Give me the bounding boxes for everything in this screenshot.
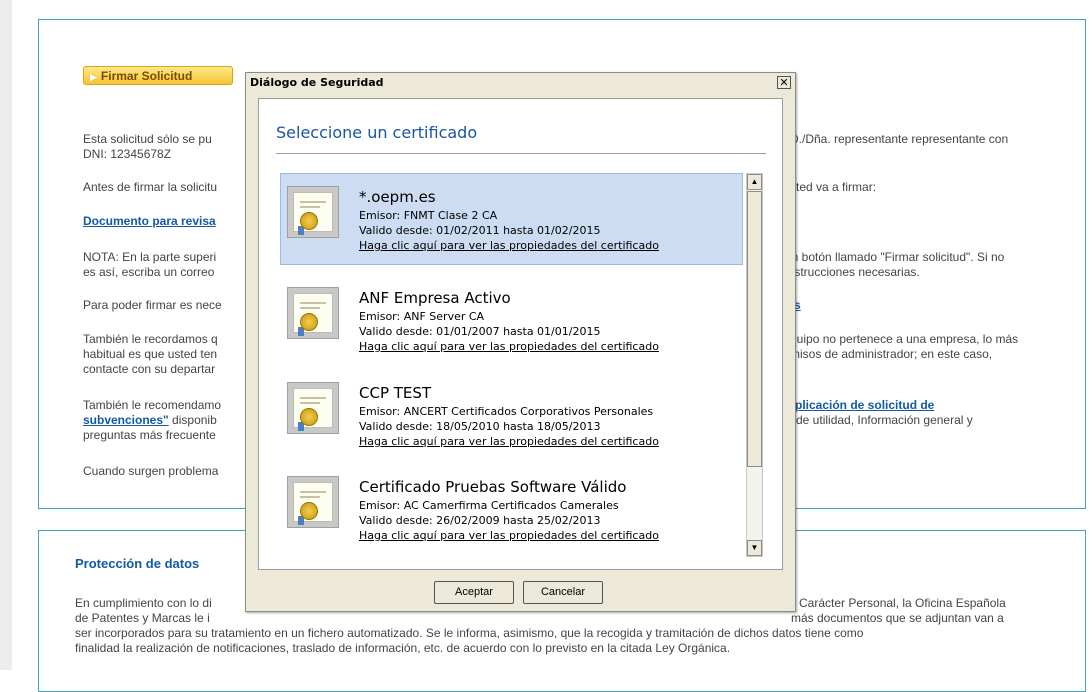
certificate-name: Certificado Pruebas Software Válido [359, 478, 627, 496]
scroll-down-icon[interactable]: ▼ [747, 540, 762, 556]
certificate-line [300, 206, 320, 208]
certificate-line [300, 397, 326, 399]
scroll-thumb[interactable] [747, 191, 762, 467]
certificate-line [300, 491, 326, 493]
certificate-properties-link[interactable]: Haga clic aquí para ver las propiedades … [359, 529, 659, 542]
certificate-name: CCP TEST [359, 384, 432, 402]
scroll-up-icon[interactable]: ▲ [747, 174, 762, 190]
accept-button[interactable]: Aceptar [434, 581, 514, 604]
para-poder-left: Para poder firmar es nece [83, 298, 222, 312]
sign-request-label: Firmar Solicitud [100, 69, 193, 83]
cuando-text: Cuando surgen problema [83, 464, 219, 478]
certificate-line [300, 302, 326, 304]
certificate-issuer: Emisor: ANCERT Certificados Corporativos… [359, 405, 654, 418]
tambien1-l2: habitual es que usted ten [83, 347, 218, 361]
nota-right: un botón llamado "Firmar solicitud". Si … [785, 250, 1005, 264]
para2-right: sted va a firmar: [790, 180, 877, 194]
certificate-seal [300, 212, 318, 230]
subvenciones-link[interactable]: subvenciones" [83, 413, 169, 427]
dialog-titlebar[interactable]: Diálogo de Seguridad ✕ [246, 73, 795, 93]
certificate-issuer: Emisor: ANF Server CA [359, 310, 485, 323]
certificate-icon [287, 287, 339, 339]
certificate-line [300, 496, 320, 498]
data-l1-right: Carácter Personal, la Oficina Española [799, 596, 1006, 610]
data-protection-title: Protección de datos [75, 556, 200, 571]
certificate-list: *.oepm.es Emisor: FNMT Clase 2 CA Valido d… [280, 173, 764, 558]
document-review-link[interactable]: Documento para revisa [83, 214, 216, 228]
certificate-line [300, 201, 326, 203]
certificate-issuer: Emisor: FNMT Clase 2 CA [359, 209, 498, 222]
certificate-line [300, 402, 320, 404]
certificate-seal [300, 408, 318, 426]
security-dialog: Diálogo de Seguridad ✕ Seleccione un cer… [245, 72, 796, 612]
nota-left2: es así, escriba un correo [83, 265, 215, 279]
data-l2-left: de Patentes y Marcas le i [75, 611, 210, 625]
data-l1-left: En cumplimiento con lo di [75, 596, 212, 610]
certificate-seal [300, 502, 318, 520]
certificate-validity: Valido desde: 26/02/2009 hasta 25/02/201… [359, 514, 601, 527]
tambien2-l3: preguntas más frecuente [83, 428, 216, 442]
certificate-validity: Valido desde: 01/01/2007 hasta 01/01/201… [359, 325, 601, 338]
application-link[interactable]: plicación de solicitud de [795, 398, 934, 413]
dialog-content: Seleccione un certificado *.oepm.es Emiso… [258, 98, 783, 570]
tambien2-l1: También le recomendamo [83, 398, 222, 412]
data-row4: finalidad la realización de notificacion… [75, 641, 731, 655]
dialog-title: Diálogo de Seguridad [250, 76, 384, 89]
nota-right2: instrucciones necesarias. [785, 265, 920, 279]
data-row3: ser incorporados para su tratamiento en … [75, 626, 864, 640]
certificate-seal [300, 313, 318, 331]
certificate-properties-link[interactable]: Haga clic aquí para ver las propiedades … [359, 435, 659, 448]
para1-right: D./Dña. representante representante con [790, 132, 1009, 146]
para1-left: Esta solicitud sólo se pu [83, 132, 212, 146]
certificate-validity: Valido desde: 18/05/2010 hasta 18/05/201… [359, 420, 601, 433]
nota-left: NOTA: En la parte superi [83, 250, 217, 264]
certificate-name: ANF Empresa Activo [359, 289, 511, 307]
tambien1-l3: contacte con su departar [83, 362, 216, 376]
certificate-properties-link[interactable]: Haga clic aquí para ver las propiedades … [359, 239, 659, 252]
para2-left: Antes de firmar la solicitu [83, 180, 218, 194]
certificate-item[interactable]: Certificado Pruebas Software Válido Emiso… [280, 463, 743, 555]
close-icon[interactable]: ✕ [777, 76, 791, 89]
sign-request-button[interactable]: ▶ Firmar Solicitud [83, 66, 233, 85]
certificate-icon [287, 186, 339, 238]
certificate-name: *.oepm.es [359, 188, 436, 206]
tambien2-r2: de utilidad, Información general y [796, 413, 973, 427]
data-l2-right: más documentos que se adjuntan van a [791, 611, 1004, 625]
heading-divider [276, 153, 766, 154]
tambien1-l1: También le recordamos q [83, 332, 218, 346]
certificate-icon [287, 382, 339, 434]
certificate-icon [287, 476, 339, 528]
cancel-button[interactable]: Cancelar [523, 581, 603, 604]
tambien2-l2: disponib [168, 413, 217, 427]
certificate-line [300, 307, 320, 309]
tambien1-r1: quipo no pertenece a una empresa, lo más [790, 332, 1019, 346]
certificate-item[interactable]: ANF Empresa Activo Emisor: ANF Server CA V… [280, 274, 743, 366]
dialog-heading: Seleccione un certificado [276, 123, 478, 142]
left-margin-strip [0, 0, 12, 670]
certificate-item[interactable]: CCP TEST Emisor: ANCERT Certificados Corp… [280, 369, 743, 461]
certificate-issuer: Emisor: AC Camerfirma Certificados Camer… [359, 499, 619, 512]
tambien1-r2: misos de administrador; en este caso, [790, 347, 993, 361]
data-row2: de Patentes y Marcas le i más documentos… [75, 611, 1075, 626]
arrow-right-icon: ▶ [90, 72, 97, 82]
certificate-properties-link[interactable]: Haga clic aquí para ver las propiedades … [359, 340, 659, 353]
dni-text: DNI: 12345678Z [83, 147, 172, 161]
certificate-item[interactable]: *.oepm.es Emisor: FNMT Clase 2 CA Valido d… [280, 173, 743, 265]
certificate-validity: Valido desde: 01/02/2011 hasta 01/02/201… [359, 224, 601, 237]
certificate-list-scrollbar[interactable]: ▲ ▼ [746, 173, 763, 557]
